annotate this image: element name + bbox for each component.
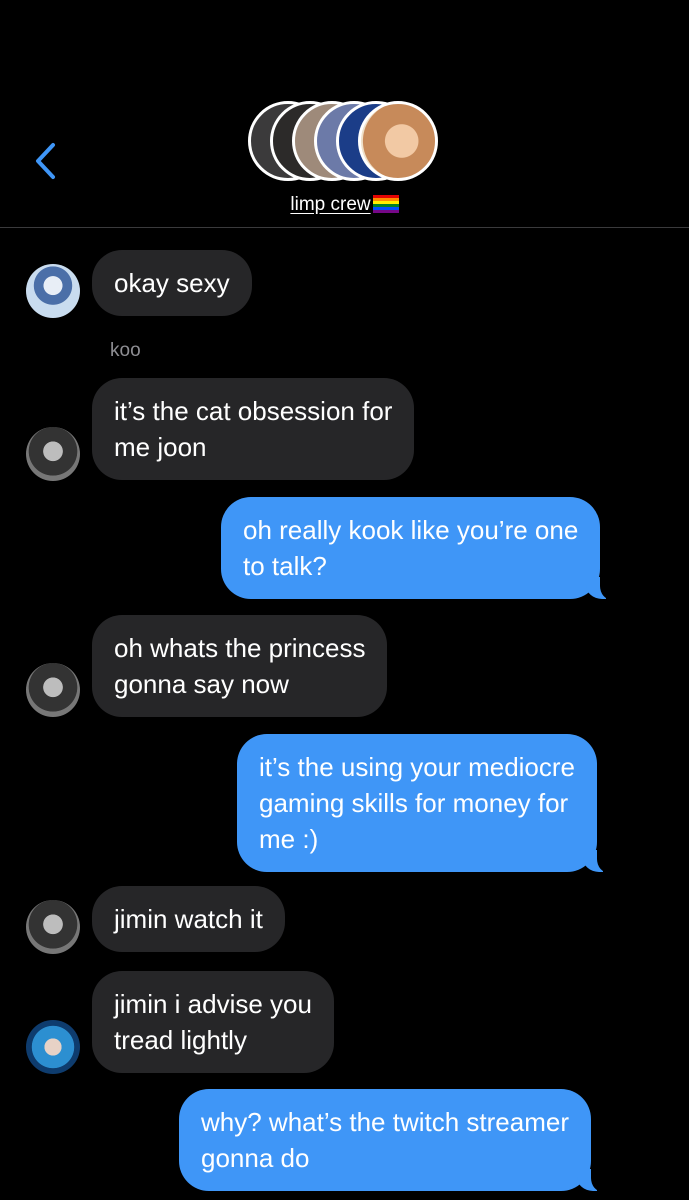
outgoing-message-bubble[interactable]: it’s the using your mediocre gaming skil… bbox=[237, 734, 612, 873]
sender-name: koo bbox=[110, 340, 141, 361]
group-name-label: limp crew bbox=[290, 194, 371, 215]
sender-avatar[interactable] bbox=[26, 264, 80, 318]
incoming-message-bubble[interactable]: jimin watch it bbox=[92, 886, 285, 952]
group-member-avatar bbox=[358, 101, 438, 181]
incoming-message-bubble[interactable]: okay sexy bbox=[92, 250, 252, 316]
sender-avatar[interactable] bbox=[26, 900, 80, 954]
group-avatar-stack[interactable] bbox=[248, 101, 444, 181]
outgoing-message-bubble[interactable]: oh really kook like you’re one to talk? bbox=[221, 497, 615, 600]
incoming-message-bubble[interactable]: it’s the cat obsession for me joon bbox=[92, 378, 415, 480]
group-name[interactable]: limp crew bbox=[0, 194, 689, 216]
sender-avatar[interactable] bbox=[26, 1020, 80, 1074]
rainbow-flag-icon bbox=[372, 195, 399, 213]
incoming-message-bubble[interactable]: jimin i advise you tread lightly bbox=[92, 971, 334, 1073]
chevron-left-icon bbox=[36, 143, 55, 179]
back-button[interactable] bbox=[28, 138, 62, 184]
sender-avatar[interactable] bbox=[26, 427, 80, 481]
sender-avatar[interactable] bbox=[26, 663, 80, 717]
conversation-header: limp crew bbox=[0, 0, 689, 228]
outgoing-message-bubble[interactable]: why? what’s the twitch streamer gonna do bbox=[179, 1089, 605, 1192]
incoming-message-bubble[interactable]: oh whats the princess gonna say now bbox=[92, 615, 388, 717]
